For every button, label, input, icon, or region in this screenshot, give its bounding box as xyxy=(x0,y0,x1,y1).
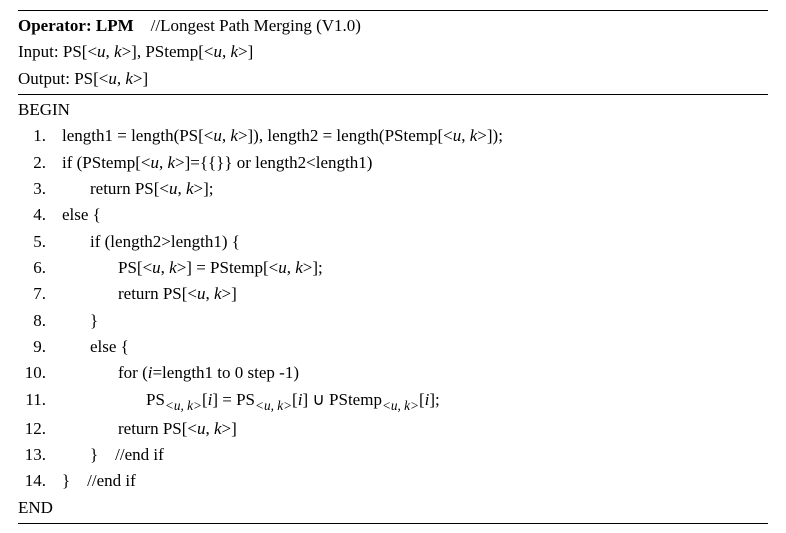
code-line: 5.if (length2>length1) { xyxy=(18,229,768,255)
code-line: 6.PS[<u, k>] = PStemp[<u, k>]; xyxy=(18,255,768,281)
line-content: PS<u, k>[i] = PS<u, k>[i] ∪ PStemp<u, k>… xyxy=(52,387,440,416)
line-number: 8. xyxy=(18,308,52,334)
line-number: 11. xyxy=(18,387,52,413)
line-content: } xyxy=(52,308,98,334)
begin-keyword: BEGIN xyxy=(18,97,768,123)
input-args: PS[<u, k>], PStemp[<u, k>] xyxy=(63,42,253,61)
algorithm-body: BEGIN 1.length1 = length(PS[<u, k>]), le… xyxy=(18,97,768,521)
line-content: else { xyxy=(52,334,129,360)
line-content: PS[<u, k>] = PStemp[<u, k>]; xyxy=(52,255,323,281)
rule-top xyxy=(18,10,768,11)
input-line: Input: PS[<u, k>], PStemp[<u, k>] xyxy=(18,39,768,65)
line-content: length1 = length(PS[<u, k>]), length2 = … xyxy=(52,123,503,149)
code-line: 12.return PS[<u, k>] xyxy=(18,416,768,442)
code-line: 1.length1 = length(PS[<u, k>]), length2 … xyxy=(18,123,768,149)
end-keyword: END xyxy=(18,495,768,521)
code-line: 9.else { xyxy=(18,334,768,360)
operator-label: Operator: LPM xyxy=(18,16,134,35)
line-content: return PS[<u, k>] xyxy=(52,416,237,442)
code-line: 11.PS<u, k>[i] = PS<u, k>[i] ∪ PStemp<u,… xyxy=(18,387,768,416)
code-line: 4.else { xyxy=(18,202,768,228)
line-number: 12. xyxy=(18,416,52,442)
rule-mid xyxy=(18,94,768,95)
line-content: return PS[<u, k>] xyxy=(52,281,237,307)
line-number: 14. xyxy=(18,468,52,494)
line-number: 7. xyxy=(18,281,52,307)
output-args: PS[<u, k>] xyxy=(74,69,148,88)
code-lines: 1.length1 = length(PS[<u, k>]), length2 … xyxy=(18,123,768,494)
line-content: if (PStemp[<u, k>]={{}} or length2<lengt… xyxy=(52,150,372,176)
line-number: 9. xyxy=(18,334,52,360)
line-content: } //end if xyxy=(52,442,164,468)
line-number: 2. xyxy=(18,150,52,176)
line-content: for (i=length1 to 0 step -1) xyxy=(52,360,299,386)
code-line: 13.} //end if xyxy=(18,442,768,468)
code-line: 14.} //end if xyxy=(18,468,768,494)
output-label: Output: xyxy=(18,69,74,88)
output-line: Output: PS[<u, k>] xyxy=(18,66,768,92)
line-number: 1. xyxy=(18,123,52,149)
code-line: 3.return PS[<u, k>]; xyxy=(18,176,768,202)
line-number: 6. xyxy=(18,255,52,281)
line-number: 10. xyxy=(18,360,52,386)
code-line: 8.} xyxy=(18,308,768,334)
line-number: 4. xyxy=(18,202,52,228)
line-content: } //end if xyxy=(52,468,136,494)
line-content: else { xyxy=(52,202,101,228)
code-line: 7.return PS[<u, k>] xyxy=(18,281,768,307)
code-line: 2.if (PStemp[<u, k>]={{}} or length2<len… xyxy=(18,150,768,176)
operator-comment: //Longest Path Merging (V1.0) xyxy=(151,16,361,35)
operator-line: Operator: LPM //Longest Path Merging (V1… xyxy=(18,13,768,39)
line-number: 3. xyxy=(18,176,52,202)
line-number: 13. xyxy=(18,442,52,468)
code-line: 10.for (i=length1 to 0 step -1) xyxy=(18,360,768,386)
line-number: 5. xyxy=(18,229,52,255)
line-content: return PS[<u, k>]; xyxy=(52,176,214,202)
input-label: Input: xyxy=(18,42,63,61)
rule-bottom xyxy=(18,523,768,524)
line-content: if (length2>length1) { xyxy=(52,229,240,255)
